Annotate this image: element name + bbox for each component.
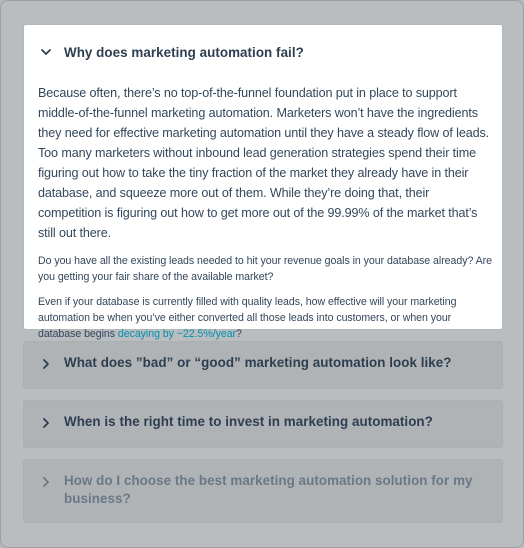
faq-question-toggle[interactable]: When is the right time to invest in mark…	[38, 413, 488, 431]
decay-rate-link[interactable]: decaying by ~22.5%/year	[118, 328, 236, 340]
answer-paragraph: Do you have all the existing leads neede…	[38, 255, 492, 283]
faq-question: What does ”bad” or “good” marketing auto…	[64, 355, 452, 370]
faq-item-collapsed[interactable]: What does ”bad” or “good” marketing auto…	[24, 342, 502, 388]
chevron-down-icon	[38, 44, 54, 60]
modal-backdrop: Why does marketing automation fail? Beca…	[0, 0, 524, 548]
faq-question-toggle[interactable]: What does ”bad” or “good” marketing auto…	[38, 354, 488, 372]
chevron-right-icon	[38, 356, 54, 372]
faq-question-toggle[interactable]: How do I choose the best marketing autom…	[38, 472, 488, 508]
faq-answer: Because often, there’s no top-of-the-fun…	[38, 83, 492, 342]
faq-question-toggle[interactable]: Why does marketing automation fail?	[38, 40, 488, 64]
answer-text: Even if your database is currently fille…	[38, 296, 457, 340]
faq-item-collapsed[interactable]: When is the right time to invest in mark…	[24, 401, 502, 447]
chevron-right-icon	[38, 474, 54, 490]
chevron-right-icon	[38, 415, 54, 431]
faq-question: Why does marketing automation fail?	[64, 44, 304, 60]
answer-paragraph: Even if your database is currently fille…	[38, 294, 492, 342]
faq-item-collapsed[interactable]: How do I choose the best marketing autom…	[24, 460, 502, 522]
faq-question: When is the right time to invest in mark…	[64, 414, 433, 429]
answer-paragraph: Because often, there’s no top-of-the-fun…	[38, 86, 490, 240]
answer-text: ?	[236, 328, 242, 340]
faq-question: How do I choose the best marketing autom…	[64, 473, 473, 506]
faq-item-expanded: Why does marketing automation fail? Beca…	[24, 25, 502, 340]
